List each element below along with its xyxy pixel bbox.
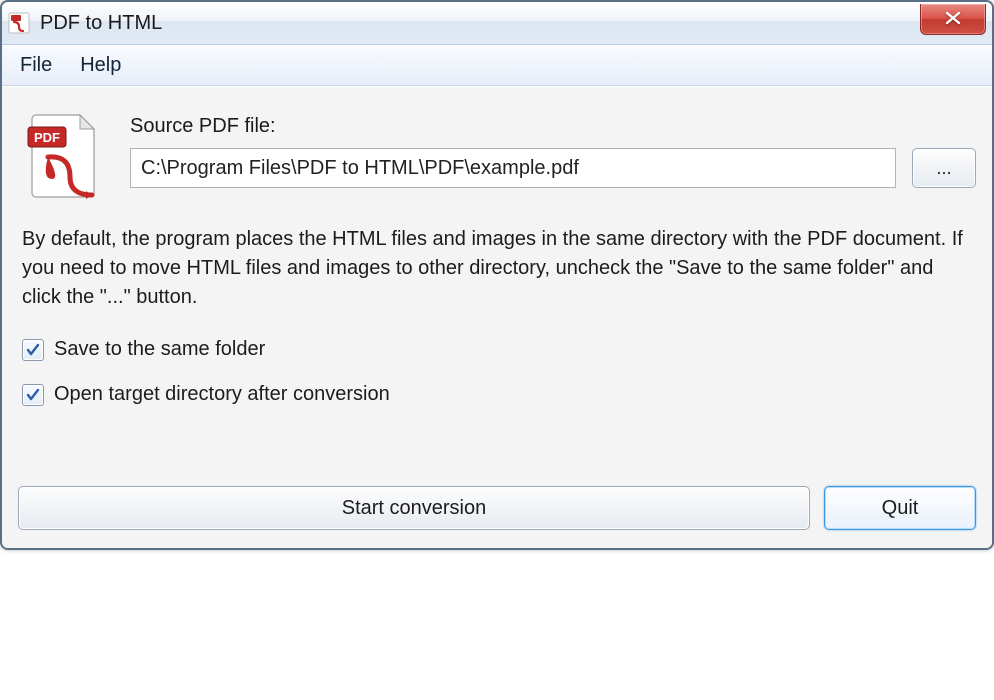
description-text: By default, the program places the HTML …: [22, 225, 972, 312]
source-file-label: Source PDF file:: [130, 115, 976, 138]
close-button[interactable]: [920, 4, 986, 35]
source-file-section: PDF Source PDF file: ...: [24, 111, 976, 203]
quit-button[interactable]: Quit: [824, 486, 976, 530]
source-path-input[interactable]: [130, 148, 896, 188]
save-same-folder-checkbox[interactable]: [22, 339, 44, 361]
ellipsis-icon: ...: [936, 158, 951, 179]
close-icon: [944, 9, 962, 30]
svg-text:PDF: PDF: [34, 130, 60, 145]
browse-button[interactable]: ...: [912, 148, 976, 188]
titlebar: PDF to HTML: [2, 2, 992, 45]
menubar: File Help: [2, 45, 992, 86]
button-row: Start conversion Quit: [18, 486, 976, 530]
open-target-dir-label[interactable]: Open target directory after conversion: [54, 383, 390, 406]
menu-help[interactable]: Help: [80, 54, 121, 77]
app-icon: [8, 12, 30, 34]
menu-file[interactable]: File: [20, 54, 52, 77]
pdf-file-icon: PDF: [24, 111, 106, 203]
window-title: PDF to HTML: [40, 12, 162, 35]
start-button-label: Start conversion: [342, 497, 487, 520]
quit-button-label: Quit: [882, 497, 919, 520]
option-save-same-folder: Save to the same folder: [22, 338, 972, 361]
open-target-dir-checkbox[interactable]: [22, 384, 44, 406]
start-conversion-button[interactable]: Start conversion: [18, 486, 810, 530]
app-window: PDF to HTML File Help PDF: [0, 0, 994, 550]
save-same-folder-label[interactable]: Save to the same folder: [54, 338, 265, 361]
option-open-target-dir: Open target directory after conversion: [22, 383, 972, 406]
client-area: PDF Source PDF file: ... By default, the…: [2, 86, 992, 548]
